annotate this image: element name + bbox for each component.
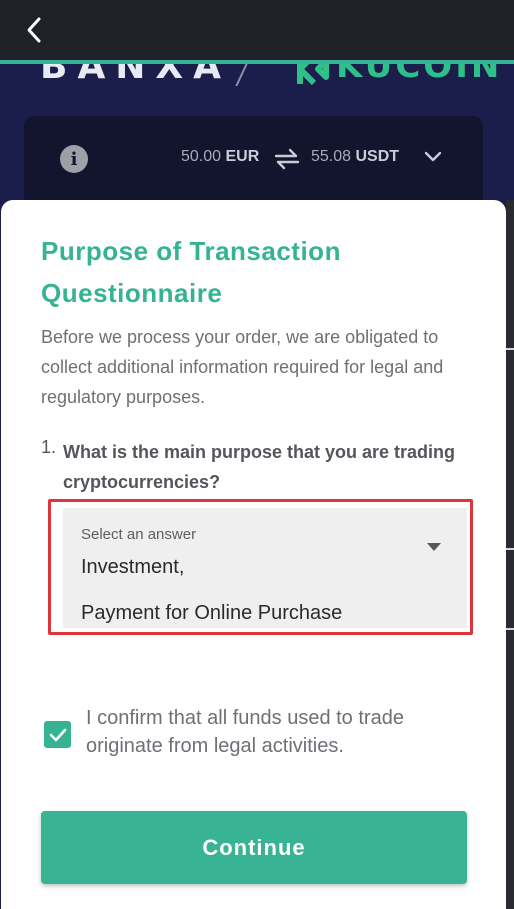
to-currency: USDT [355, 148, 400, 165]
from-amount: 50.00 EUR [181, 148, 259, 166]
to-amount-value: 55.08 [311, 148, 352, 165]
question-text: What is the main purpose that you are tr… [63, 442, 456, 492]
question-number: 1. [41, 437, 57, 457]
select-label: Select an answer [81, 526, 197, 543]
chevron-left-icon [27, 17, 41, 43]
info-icon[interactable]: i [60, 145, 88, 173]
from-currency: EUR [225, 148, 260, 165]
to-amount: 55.08 USDT [311, 148, 399, 166]
back-button[interactable] [18, 14, 50, 46]
chevron-down-icon[interactable] [424, 150, 442, 164]
checkmark-icon [49, 728, 66, 741]
swap-arrows-icon [274, 148, 300, 170]
confirm-checkbox[interactable] [44, 721, 71, 748]
edge-mark [506, 348, 514, 350]
modal-intro: Before we process your order, we are obl… [41, 327, 444, 407]
questionnaire-modal: Purpose of Transaction Questionnaire Bef… [1, 200, 506, 909]
purpose-select[interactable]: Select an answer Investment, Payment for… [63, 508, 467, 628]
caret-down-icon [427, 543, 441, 551]
edge-mark [506, 628, 514, 630]
modal-title: Purpose of Transaction Questionnaire [41, 236, 341, 308]
top-bar [0, 0, 514, 60]
continue-button[interactable]: Continue [41, 811, 467, 884]
select-value: Investment, Payment for Online Purchase [81, 556, 343, 624]
banxa-logo: BANXA [40, 64, 232, 86]
from-amount-value: 50.00 [181, 148, 222, 165]
kucoin-mark-icon [297, 64, 329, 86]
kucoin-logo-text: KUCOIN [336, 64, 503, 86]
brand-strip: BANXA KUCOIN [0, 64, 514, 86]
side-edge [506, 200, 514, 909]
edge-mark [506, 548, 514, 550]
brand-divider [232, 64, 250, 86]
confirm-text: I confirm that all funds used to trade o… [86, 707, 404, 757]
